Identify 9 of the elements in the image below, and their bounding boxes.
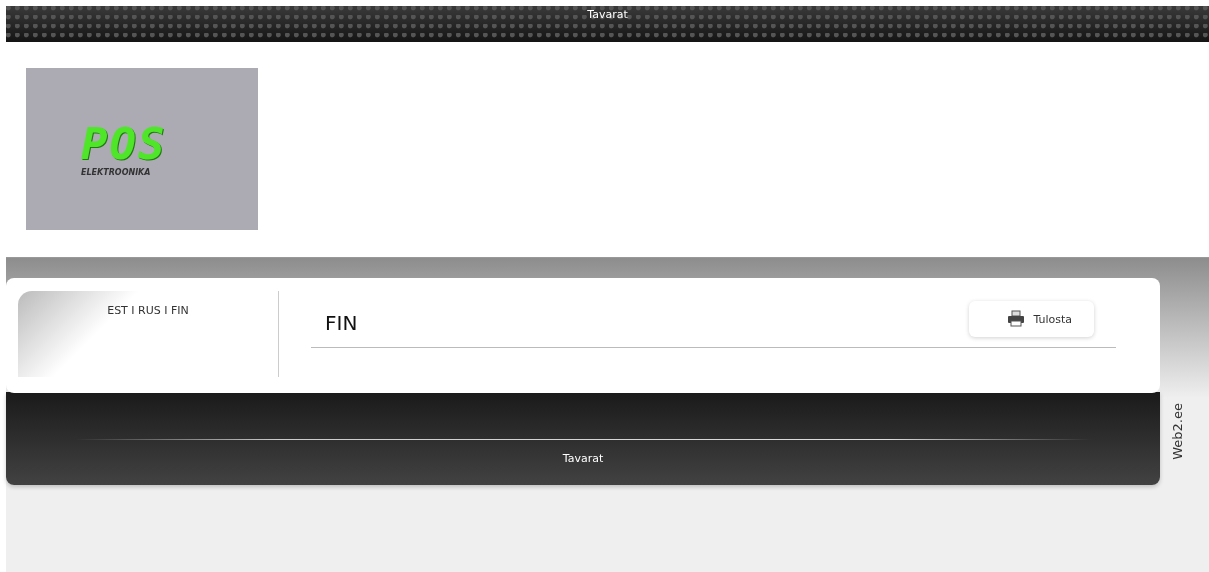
logo-mark: POS <box>81 121 168 166</box>
language-links[interactable]: EST I RUS I FIN <box>107 291 189 377</box>
printer-icon <box>1007 310 1026 328</box>
print-button[interactable]: Tulosta <box>969 301 1094 337</box>
footer-title: Tavarat <box>562 451 604 465</box>
top-bar-title: Tavarat <box>587 7 628 21</box>
page-heading: FIN <box>324 310 358 335</box>
credit-text[interactable]: Web2.ee <box>1170 403 1185 460</box>
logo-subtitle: ELEKTROONIKA <box>81 167 152 177</box>
